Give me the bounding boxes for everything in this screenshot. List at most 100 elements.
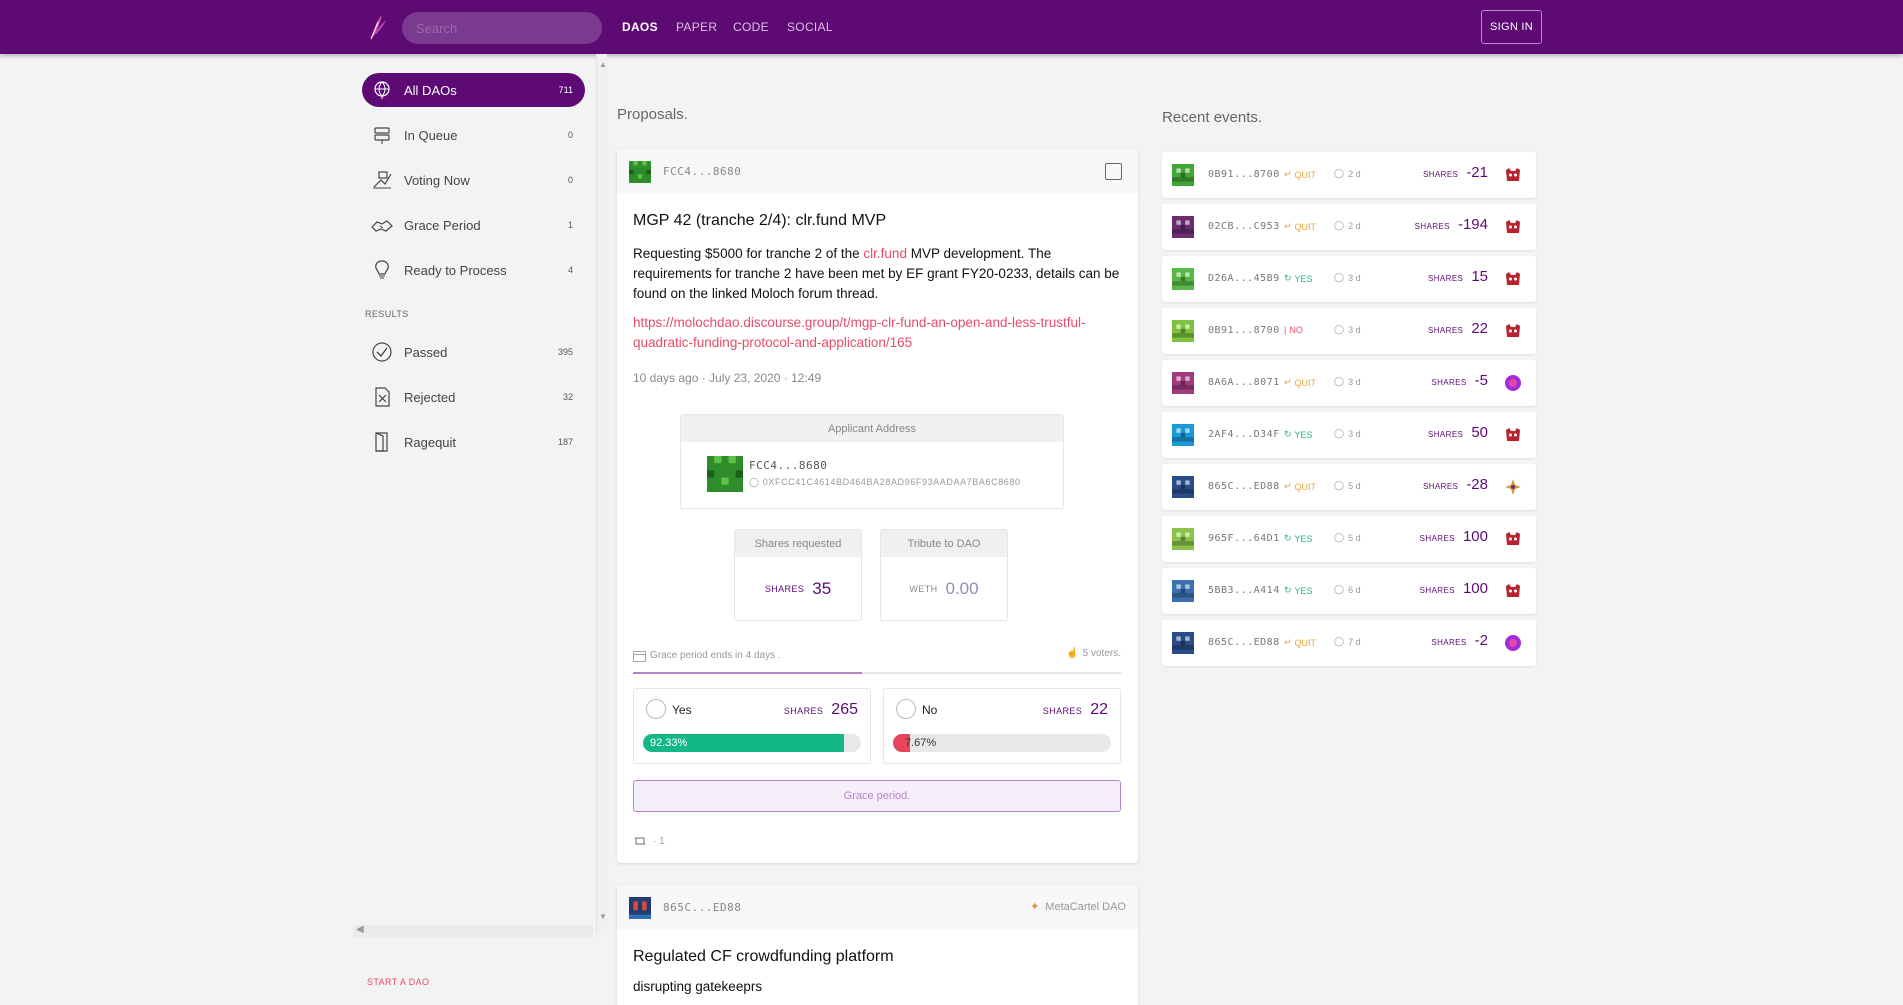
proposal-title[interactable]: MGP 42 (tranche 2/4): clr.fund MVP — [633, 212, 886, 230]
tribute-unit: WETH — [909, 583, 938, 594]
sidebar-item-all-daos[interactable]: All DAOs 711 — [362, 73, 585, 107]
sidebar-item-grace-period[interactable]: Grace Period 1 — [362, 208, 585, 242]
copy-icon[interactable]: ◯ — [749, 477, 763, 487]
shares-requested-box: Shares requested SHARES 35 — [734, 529, 862, 621]
event-row[interactable]: 865C...ED88 ↵ QUIT ◯ 7 d SHARES -2 — [1162, 620, 1536, 666]
clock-icon: ◯ — [1334, 168, 1345, 178]
scroll-down-icon[interactable]: ▼ — [599, 912, 607, 921]
forum-thread-link[interactable]: https://molochdao.discourse.group/t/mgp-… — [633, 313, 1123, 353]
vote-yes-box[interactable]: Yes SHARES 265 92.33% — [633, 688, 871, 764]
vote-no-radio[interactable] — [896, 699, 916, 719]
sidebar-item-count: 395 — [557, 347, 573, 357]
event-shares-value: -28 — [1466, 476, 1488, 493]
event-time: ◯ 3 d — [1334, 272, 1361, 283]
member-avatar — [1172, 372, 1194, 394]
event-time: ◯ 5 d — [1334, 532, 1361, 543]
dao-tag[interactable]: ✦ MetaCartel DAO — [1030, 900, 1126, 914]
member-avatar — [1172, 528, 1194, 550]
sidebar-item-voting-now[interactable]: Voting Now 0 — [362, 163, 585, 197]
scroll-up-icon[interactable]: ▲ — [599, 60, 607, 69]
shares-unit: SHARES — [1419, 586, 1455, 595]
member-address[interactable]: 5BB3...A414 — [1208, 585, 1280, 596]
search-input[interactable] — [402, 12, 602, 44]
sidebar-item-count: 711 — [558, 85, 573, 95]
proposal-card[interactable]: FCC4...8680 MGP 42 (tranche 2/4): clr.fu… — [617, 149, 1138, 863]
event-row[interactable]: 0B91...8700 | NO ◯ 3 d SHARES 22 — [1162, 308, 1536, 354]
metacartel-icon: ✦ — [1030, 901, 1040, 913]
event-row[interactable]: 965F...64D1 ↻ YES ◯ 5 d SHARES 100 — [1162, 516, 1536, 562]
member-avatar — [1172, 424, 1194, 446]
proposal-address[interactable]: 865C...ED88 — [663, 901, 741, 914]
yes-progress-bar: 92.33% — [643, 734, 861, 752]
scroll-left-icon[interactable]: ◀ — [356, 924, 364, 935]
event-row[interactable]: 8A6A...8071 ↵ QUIT ◯ 3 d SHARES -5 — [1162, 360, 1536, 406]
moloch-icon — [1506, 168, 1520, 181]
vote-yes-radio[interactable] — [646, 699, 666, 719]
vote-no-box[interactable]: No SHARES 22 7.67% — [883, 688, 1121, 764]
proposal-title[interactable]: Regulated CF crowdfunding platform — [633, 948, 894, 966]
recent-events-title: Recent events. — [1162, 109, 1263, 126]
shares-unit: SHARES — [1428, 274, 1464, 283]
shares-unit: SHARES — [1431, 378, 1467, 387]
nav-code[interactable]: CODE — [733, 20, 769, 34]
member-address[interactable]: 8A6A...8071 — [1208, 377, 1280, 388]
vote-no-label: No — [922, 703, 938, 717]
proposal-card-2[interactable]: 865C...ED88 ✦ MetaCartel DAO Regulated CF… — [617, 885, 1138, 1005]
sidebar-vertical-scrollbar[interactable]: ▲ ▼ — [596, 54, 607, 934]
member-address[interactable]: D26A...45B9 — [1208, 273, 1280, 284]
sidebar-item-label: Rejected — [404, 389, 456, 405]
proposal-address[interactable]: FCC4...8680 — [663, 165, 741, 178]
proposals-title: Proposals. — [617, 106, 688, 123]
event-row[interactable]: 0B91...8700 ↵ QUIT ◯ 2 d SHARES -21 — [1162, 152, 1536, 198]
sign-in-button[interactable]: SIGN IN — [1481, 10, 1542, 44]
member-address[interactable]: 02CB...C953 — [1208, 221, 1280, 232]
event-shares-value: 15 — [1471, 268, 1488, 285]
nav-social[interactable]: SOCIAL — [787, 20, 833, 34]
event-shares-value: -5 — [1474, 372, 1488, 389]
ballot-icon — [370, 168, 394, 192]
voters-count[interactable]: ☝ 5 voters. — [1066, 648, 1121, 659]
grace-period-button[interactable]: Grace period. — [633, 780, 1121, 812]
select-checkbox[interactable] — [1105, 163, 1122, 180]
sidebar-item-ragequit[interactable]: Ragequit 187 — [362, 425, 585, 459]
vote-yes-icon: ↻ — [1284, 273, 1292, 283]
applicant-short-address[interactable]: FCC4...8680 — [749, 459, 827, 472]
member-address[interactable]: 965F...64D1 — [1208, 533, 1280, 544]
sidebar-horizontal-scrollbar[interactable]: ◀ — [353, 924, 593, 938]
no-shares-value: 22 — [1090, 701, 1108, 718]
event-row[interactable]: 2AF4...D34F ↻ YES ◯ 3 d SHARES 50 — [1162, 412, 1536, 458]
proposal-card-header: FCC4...8680 — [617, 149, 1138, 194]
member-address[interactable]: 865C...ED88 — [1208, 637, 1280, 648]
quill-feather-icon[interactable] — [366, 12, 388, 40]
event-row[interactable]: 865C...ED88 ↵ QUIT ◯ 5 d SHARES -28 — [1162, 464, 1536, 510]
event-row[interactable]: 02CB...C953 ↵ QUIT ◯ 2 d SHARES -194 — [1162, 204, 1536, 250]
member-address[interactable]: 865C...ED88 — [1208, 481, 1280, 492]
event-kind: ↵ QUIT — [1284, 637, 1317, 648]
member-address[interactable]: 2AF4...D34F — [1208, 429, 1280, 440]
moloch-icon — [1506, 272, 1520, 285]
shares-requested-value: 35 — [812, 578, 832, 598]
clock-icon: ◯ — [1334, 220, 1345, 230]
applicant-address-box: Applicant Address FCC4...8680 ◯ 0XFCC41C… — [680, 414, 1064, 509]
member-address[interactable]: 0B91...8700 — [1208, 325, 1280, 336]
clock-icon: ◯ — [1334, 324, 1345, 334]
member-address[interactable]: 0B91...8700 — [1208, 169, 1280, 180]
sidebar-item-ready-to-process[interactable]: Ready to Process 4 — [362, 253, 585, 287]
applicant-full-address[interactable]: ◯ 0XFCC41C4614BD464BA28AD96F93AADAA7BA6C… — [749, 477, 1021, 488]
event-kind: ↻ YES — [1284, 429, 1313, 440]
event-row[interactable]: 5BB3...A414 ↻ YES ◯ 6 d SHARES 100 — [1162, 568, 1536, 614]
sidebar-item-count: 4 — [567, 265, 573, 275]
sidebar-item-rejected[interactable]: Rejected 32 — [362, 380, 585, 414]
event-row[interactable]: D26A...45B9 ↻ YES ◯ 3 d SHARES 15 — [1162, 256, 1536, 302]
yes-shares-value: 265 — [831, 701, 858, 718]
sidebar-item-label: Ready to Process — [404, 262, 507, 278]
nav-daos[interactable]: DAOS — [622, 20, 658, 34]
shares-unit: SHARES — [1431, 638, 1467, 647]
start-dao-link[interactable]: START A DAO — [367, 977, 429, 987]
nav-paper[interactable]: PAPER — [676, 20, 717, 34]
clr-fund-link[interactable]: clr.fund — [863, 246, 907, 261]
rejected-doc-icon — [370, 385, 394, 409]
sidebar-item-passed[interactable]: Passed 395 — [362, 335, 585, 369]
sidebar-item-in-queue[interactable]: In Queue 0 — [362, 118, 585, 152]
repost-button[interactable]: · 1 — [633, 835, 665, 847]
